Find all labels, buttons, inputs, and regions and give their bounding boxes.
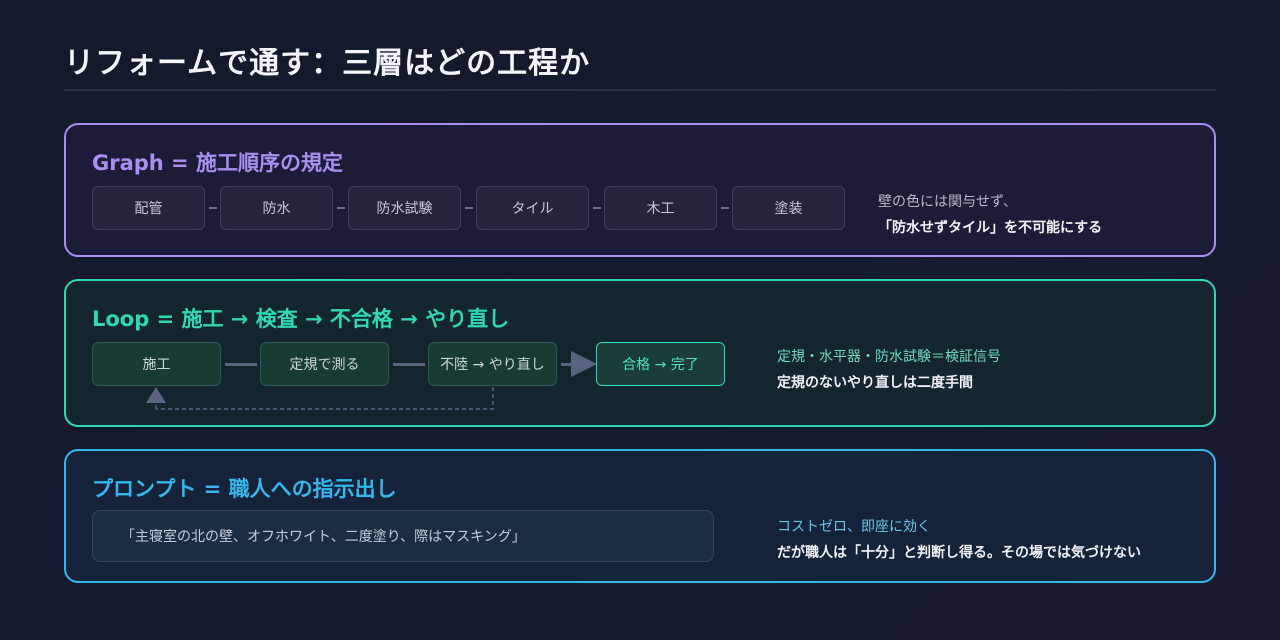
prompt-panel-title: プロンプト = 職人への指示出し <box>92 477 397 501</box>
loop-panel-title: Loop = 施工 → 検査 → 不合格 → やり直し <box>92 307 510 331</box>
graph-connector <box>593 207 601 209</box>
loop-panel: Loop = 施工 → 検査 → 不合格 → やり直し 施工 定規で測る 不陸 … <box>64 279 1216 427</box>
loop-connector <box>393 363 425 366</box>
graph-step-carpentry: 木工 <box>604 186 717 230</box>
prompt-instruction-box: 「主寝室の北の壁、オフホワイト、二度塗り、際はマスキング」 <box>92 510 714 562</box>
arrow-right-icon <box>571 351 597 377</box>
loop-step-construction: 施工 <box>92 342 221 386</box>
graph-connector <box>465 207 473 209</box>
arrow-up-icon <box>146 387 166 403</box>
loop-feedback-arrow <box>146 387 494 410</box>
graph-step-waterproof-test: 防水試験 <box>348 186 461 230</box>
loop-connector <box>225 363 257 366</box>
graph-panel-title: Graph = 施工順序の規定 <box>92 151 343 175</box>
graph-connector <box>337 207 345 209</box>
graph-step-piping: 配管 <box>92 186 205 230</box>
loop-step-pass: 合格 → 完了 <box>596 342 725 386</box>
graph-connector <box>721 207 729 209</box>
loop-step-redo: 不陸 → やり直し <box>428 342 557 386</box>
prompt-note-main: だが職人は「十分」と判断し得る。その場では気づけない <box>777 545 1141 561</box>
graph-note-sub: 壁の色には関与せず、 <box>878 194 1018 210</box>
title-divider <box>64 89 1216 91</box>
loop-note-sub: 定規・水平器・防水試験＝検証信号 <box>777 349 1001 365</box>
graph-panel: Graph = 施工順序の規定 配管 防水 防水試験 タイル 木工 塗装 壁の色… <box>64 123 1216 257</box>
graph-step-waterproofing: 防水 <box>220 186 333 230</box>
prompt-note-sub: コストゼロ、即座に効く <box>777 519 931 535</box>
loop-note-main: 定規のないやり直しは二度手間 <box>777 375 973 391</box>
page-title: リフォームで通す：三層はどの工程か <box>64 46 591 81</box>
graph-step-painting: 塗装 <box>732 186 845 230</box>
graph-connector <box>209 207 217 209</box>
loop-step-measure: 定規で測る <box>260 342 389 386</box>
graph-step-tile: タイル <box>476 186 589 230</box>
prompt-panel: プロンプト = 職人への指示出し 「主寝室の北の壁、オフホワイト、二度塗り、際は… <box>64 449 1216 583</box>
graph-note-main: 「防水せずタイル」を不可能にする <box>878 220 1103 236</box>
